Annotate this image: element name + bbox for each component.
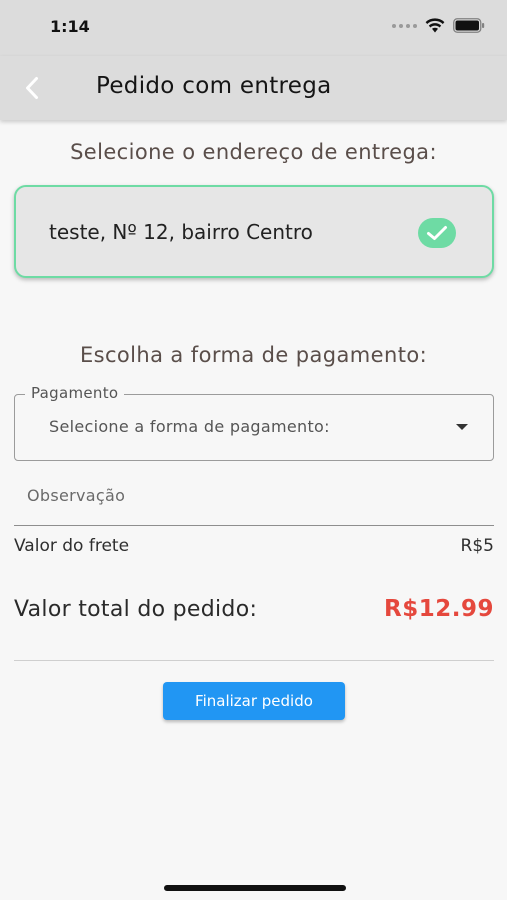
selected-badge (418, 218, 456, 248)
cellular-signal-icon (392, 23, 417, 28)
address-card[interactable]: teste, Nº 12, bairro Centro (14, 185, 494, 278)
total-value: R$12.99 (384, 596, 494, 622)
payment-field-label: Pagamento (25, 384, 125, 402)
freight-label: Valor do frete (14, 536, 130, 556)
payment-dropdown[interactable]: Pagamento Selecione a forma de pagamento… (14, 384, 494, 461)
back-button[interactable] (14, 70, 50, 106)
arrow-drop-down-icon (456, 424, 468, 430)
check-icon (427, 226, 447, 240)
chevron-left-icon (26, 77, 38, 99)
page-title: Pedido com entrega (96, 73, 332, 99)
payment-selected-value: Selecione a forma de pagamento: (49, 417, 330, 436)
observation-input[interactable] (14, 480, 494, 510)
divider (14, 660, 494, 661)
total-row: Valor total do pedido: R$12.99 (14, 596, 494, 622)
payment-section-title: Escolha a forma de pagamento: (79, 343, 428, 367)
status-time: 1:14 (50, 17, 90, 36)
status-bar: 1:14 (0, 0, 507, 56)
address-text: teste, Nº 12, bairro Centro (49, 220, 313, 244)
total-label: Valor total do pedido: (14, 596, 258, 622)
address-section-title: Selecione o endereço de entrega: (70, 140, 437, 164)
observation-field[interactable] (14, 470, 494, 526)
finish-order-button[interactable]: Finalizar pedido (163, 682, 345, 720)
freight-row: Valor do frete R$5 (14, 536, 494, 556)
home-indicator (164, 885, 346, 891)
battery-icon (453, 18, 485, 33)
app-bar: Pedido com entrega (0, 56, 507, 120)
wifi-icon (425, 18, 445, 33)
freight-value: R$5 (460, 536, 494, 556)
status-icons (392, 18, 485, 33)
